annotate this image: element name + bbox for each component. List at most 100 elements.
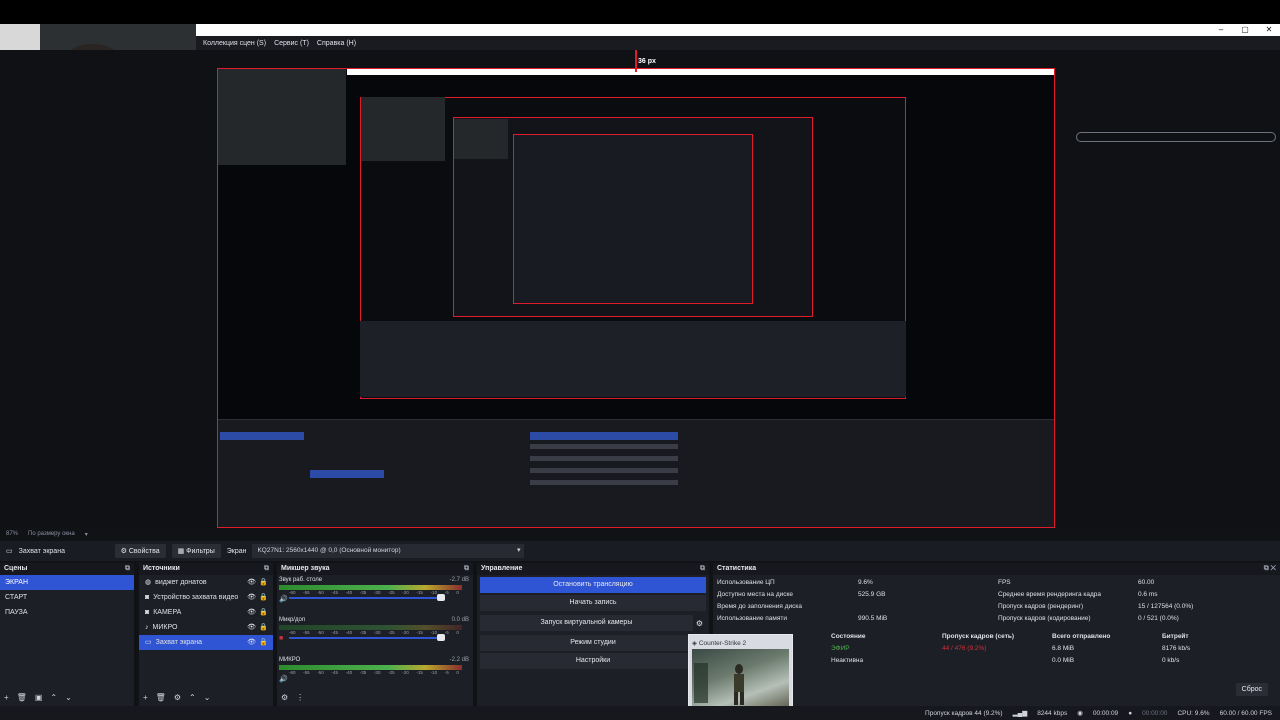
dock-float-icon[interactable]: ⧉ [125,563,130,575]
mic-icon: ♪ [145,624,149,631]
eye-icon[interactable]: 👁 [247,620,256,635]
properties-button[interactable]: ⚙ Свойства [114,544,166,558]
dimension-label: 36 px [638,58,656,65]
eye-icon[interactable]: 👁 [247,605,256,620]
dock-float-icon[interactable]: ⧉ [464,563,469,575]
add-icon[interactable]: + [4,693,9,702]
lock-icon[interactable]: 🔒 [259,575,268,590]
stat-label: FPS [998,579,1011,586]
gear-icon[interactable]: ⚙ [696,619,703,628]
zoom-fit-label[interactable]: По размеру окна [28,531,75,537]
stats-header: Статистика ⧉ ✕ [713,563,1280,575]
zoom-bar: 87% По размеру окна ▾ [0,528,1280,540]
sent-value: 6.8 MiB [1052,645,1075,652]
source-item[interactable]: ♪ МИКРО 👁 🔒 [139,620,273,635]
source-label: МИКРО [152,624,178,631]
menu-tools[interactable]: Сервис (Т) [274,40,309,47]
stat-value: 990.5 MiB [858,615,888,622]
advanced-audio-icon[interactable]: ⚙ [281,693,288,702]
source-label: Устройство захвата видео [153,594,239,601]
source-label: КАМЕРА [153,609,182,616]
db-scale: -60 -55 -50 -45 -40 -35 -30 -25 -20 -15 -10 -5 0 [289,590,459,595]
scene-item[interactable]: ЭКРАН [0,575,134,590]
dimension-line [635,50,637,72]
thumbnail-title-text: Counter-Strike 2 [698,640,747,647]
zoom-chevron-icon[interactable]: ▾ [85,531,88,538]
studio-mode-button[interactable]: Режим студии [480,635,706,651]
status-inactive: Неактивна [831,657,864,664]
up-icon[interactable]: ⌃ [50,693,57,702]
down-icon[interactable]: ⌄ [204,693,211,702]
controls-header: Управление ⧉ [477,563,709,575]
screen-select[interactable]: KQ27N1: 2560x1440 @ 0,0 (Основной монито… [252,544,525,558]
lock-icon[interactable]: 🔒 [259,590,268,605]
source-item[interactable]: ▭ Захват экрана 👁 🔒 [139,635,273,650]
muted-speaker-icon[interactable]: ■ [279,635,283,642]
nested-webcam-3 [454,119,508,159]
stat-value: 60.00 [1138,579,1155,586]
gear-icon: ⚙ [120,548,129,555]
down-icon[interactable]: ⌄ [65,693,72,702]
up-icon[interactable]: ⌃ [189,693,196,702]
close-button[interactable]: ✕ [1264,25,1274,35]
reset-stats-button[interactable]: Сброс [1235,683,1268,696]
monitor-icon: ▭ [6,548,13,555]
dropped-frames-status: Пропуск кадров 44 (9.2%) [925,709,1003,717]
channel-db: -2.2 dB [449,657,469,663]
stat-value: 15 / 127564 (0.0%) [1138,603,1194,610]
eye-icon[interactable]: 👁 [247,575,256,590]
globe-icon: ◍ [145,579,152,586]
add-icon[interactable]: + [143,693,148,702]
taskbar-thumbnail-preview[interactable]: ◈ Counter-Strike 2 [688,634,793,713]
volume-slider-handle[interactable] [437,594,445,601]
mixer-toolbar: ⚙ ⋮ [281,693,304,702]
source-item[interactable]: ◙ КАМЕРА 👁 🔒 [139,605,273,620]
zoom-value[interactable]: 87% [6,531,18,537]
nested-webcam-2 [361,97,445,161]
volume-slider[interactable] [289,597,441,599]
lock-icon[interactable]: 🔒 [259,620,268,635]
gear-icon[interactable]: ⚙ [174,693,181,702]
scene-item[interactable]: ПАУЗА [0,605,134,620]
eye-icon[interactable]: 👁 [247,635,256,650]
speaker-icon[interactable]: 🔊 [279,595,288,603]
scene-item[interactable]: СТАРТ [0,590,134,605]
cpu-status: CPU: 9.6% [1177,709,1210,717]
dock-float-icon[interactable]: ⧉ [700,563,705,575]
source-item[interactable]: ◍ виджет донатов 👁 🔒 [139,575,273,590]
menu-help[interactable]: Справка (Н) [317,40,356,47]
trash-icon[interactable]: 🗑 [156,693,166,702]
stat-label: Пропуск кадров (кодирование) [998,615,1091,622]
mixer-header: Микшер звука ⧉ [277,563,473,575]
scenes-header: Сцены ⧉ [0,563,134,575]
stop-stream-button[interactable]: Остановить трансляцию [480,577,706,593]
source-item[interactable]: ◙ Устройство захвата видео 👁 🔒 [139,590,273,605]
preview-screen-capture[interactable] [217,68,1055,528]
stat-row: Использование ЦП 9.6% FPS 60.00 [713,577,1280,589]
mixer-channel: Звук раб. столе -2.7 dB -60 -55 -50 -45 -40-… [277,575,473,607]
preview-canvas[interactable] [0,50,1280,528]
minimize-button[interactable]: – [1216,25,1226,35]
trash-icon[interactable]: 🗑 [17,693,27,702]
selected-source-name: Захват экрана [18,547,65,555]
table-row: ЭФИР 44 / 476 (9.2%) 6.8 MiB 8176 kb/s [713,643,1280,655]
maximize-button[interactable]: ▢ [1240,25,1250,35]
game-preview-image [692,649,789,709]
column-header: Всего отправлено [1052,633,1111,640]
filters-button[interactable]: ▦ Фильтры [171,544,221,558]
lock-icon[interactable]: 🔒 [259,605,268,620]
start-virtual-camera-button[interactable]: Запуск виртуальной камеры [480,615,693,631]
menu-scene-collection[interactable]: Коллекция сцен (S) [203,40,266,47]
dock-float-icon[interactable]: ⧉ [264,563,269,575]
volume-slider[interactable] [289,637,441,639]
eye-icon[interactable]: 👁 [247,590,256,605]
start-recording-button[interactable]: Начать запись [480,595,706,611]
speaker-icon[interactable]: 🔊 [279,675,288,683]
screen-label: Экран [226,547,247,555]
lock-icon[interactable]: 🔒 [259,635,268,650]
filter-icon[interactable]: ▣ [35,693,43,702]
dock-close-icon[interactable]: ⧉ ✕ [1264,563,1276,575]
menu-dots-icon[interactable]: ⋮ [296,693,304,702]
volume-slider-handle[interactable] [437,634,445,641]
settings-button[interactable]: Настройки [480,653,706,669]
